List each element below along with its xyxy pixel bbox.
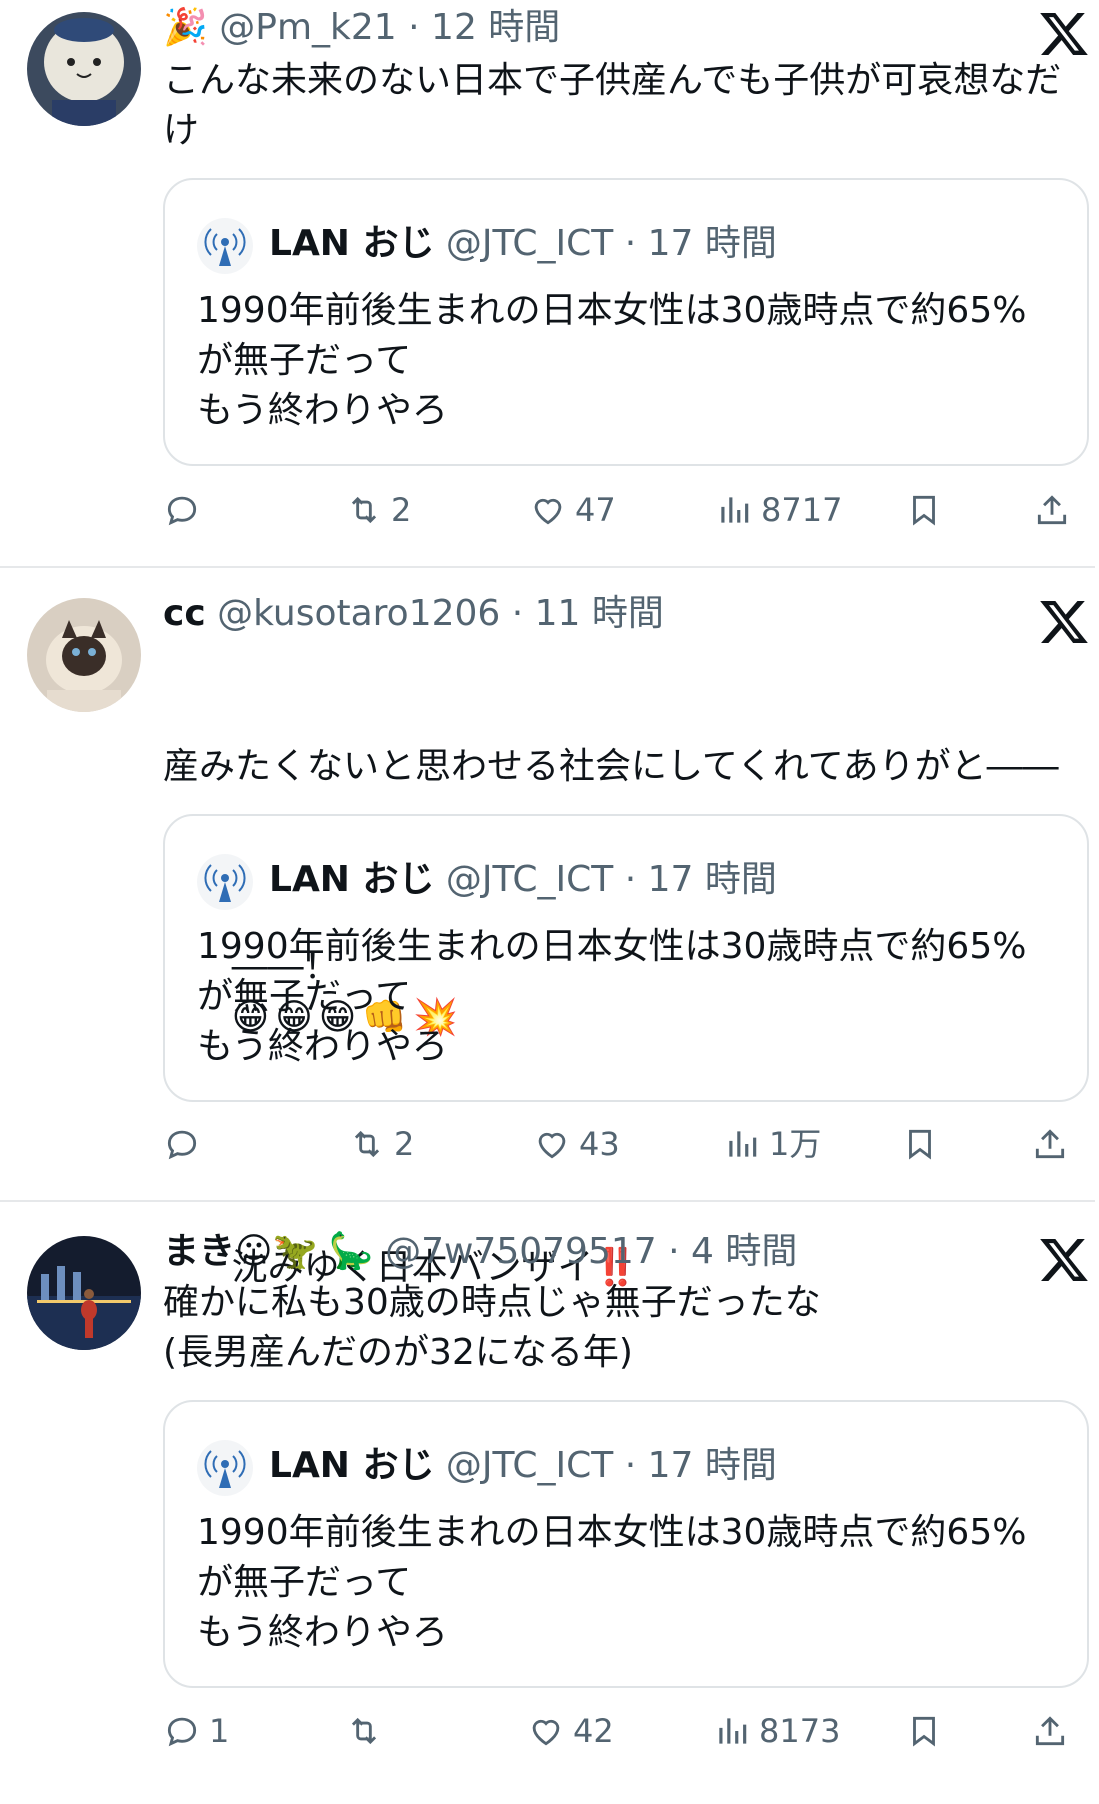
tweet-header: まき☺🦖 🦕 @7w75079517 · 4 時間 [163,1230,797,1274]
like-count: 43 [579,1125,620,1163]
tweet-header: 🎉 @Pm_k21 · 12 時間 [163,6,560,50]
heart-icon [538,1132,566,1159]
share-button[interactable] [1033,485,1079,535]
like-button[interactable]: 42 [527,1706,614,1756]
quoted-tweet[interactable]: LAN おじ @JTC_ICT · 17 時間 1990年前後生まれの日本女性は… [163,1400,1089,1688]
views-button[interactable]: 8173 [713,1706,840,1756]
share-icon [1035,1129,1065,1159]
retweet-count: 2 [394,1125,415,1163]
quote-text: 1990年前後生まれの日本女性は30歳時点で約65% が無子だって もう終わりや… [197,1512,1027,1653]
views-count: 8717 [761,491,843,529]
quote-user-name[interactable]: LAN おじ [269,223,434,264]
user-handle[interactable]: @7w75079517 [385,1231,657,1272]
bookmark-button[interactable] [905,485,951,535]
divider [0,1200,1095,1202]
share-button[interactable] [1031,1119,1077,1169]
tweet-header: cc @kusotaro1206 · 11 時間 [163,592,664,636]
quote-user-name[interactable]: LAN おじ [269,859,434,900]
x-logo-icon[interactable] [1038,8,1090,60]
retweet-icon [351,496,377,524]
reply-button[interactable] [163,485,209,535]
tweet-text: 確かに私も30歳の時点じゃ無子だったな (長男産んだのが32になる年) [163,1282,821,1373]
share-icon [1035,1716,1065,1746]
action-bar: 1 42 8173 [163,1706,1093,1756]
quoted-tweet[interactable]: LAN おじ @JTC_ICT · 17 時間 1990年前後生まれの日本女性は… [163,814,1089,1102]
reply-icon [167,1130,197,1160]
quote-text: 1990年前後生まれの日本女性は30歳時点で約65% が無子だって もう終わりや… [197,290,1027,431]
x-logo-icon[interactable] [1038,596,1090,648]
user-handle[interactable]: @kusotaro1206 [217,593,500,634]
tweet-text-line: 産みたくないと思わせる社会にしてくれてありがと―― [163,746,1059,787]
views-chart-icon [719,1718,747,1744]
reply-button[interactable] [163,1119,209,1169]
bookmark-button[interactable] [901,1119,947,1169]
like-count: 47 [575,491,616,529]
bookmark-icon [913,1716,935,1747]
views-button[interactable]: 1万 [723,1119,821,1169]
antenna-icon [197,854,253,910]
heart-icon [532,1719,560,1746]
avatar[interactable] [27,12,141,126]
retweet-button[interactable] [345,1706,391,1756]
avatar[interactable] [27,598,141,712]
user-handle[interactable]: @Pm_k21 [219,7,396,48]
antenna-icon [197,218,253,274]
retweet-button[interactable]: 2 [348,1119,414,1169]
bookmark-icon [909,1129,931,1160]
timestamp[interactable]: · 12 時間 [408,7,560,48]
user-name[interactable]: まき☺ [163,1231,273,1272]
share-button[interactable] [1031,1706,1077,1756]
reply-icon [167,1717,197,1747]
quote-user-name[interactable]: LAN おじ [269,1445,434,1486]
quote-user-handle[interactable]: @JTC_ICT [446,859,613,900]
share-icon [1037,495,1067,525]
bookmark-button[interactable] [905,1706,951,1756]
retweet-count: 2 [391,491,412,529]
quote-text: 1990年前後生まれの日本女性は30歳時点で約65% が無子だって もう終わりや… [197,926,1027,1067]
party-icon: 🎉 [163,7,208,48]
timestamp[interactable]: · 11 時間 [512,593,664,634]
divider [0,566,1095,568]
reply-count: 1 [209,1712,230,1750]
retweet-icon [351,1717,377,1745]
bookmark-icon [913,495,935,526]
retweet-button[interactable]: 2 [345,485,411,535]
quote-header: LAN おじ @JTC_ICT · 17 時間 [269,858,777,902]
like-button[interactable]: 43 [533,1119,620,1169]
quoted-tweet[interactable]: LAN おじ @JTC_ICT · 17 時間 1990年前後生まれの日本女性は… [163,178,1089,466]
antenna-icon [197,1440,253,1496]
like-button[interactable]: 47 [529,485,616,535]
like-count: 42 [573,1712,614,1750]
quote-header: LAN おじ @JTC_ICT · 17 時間 [269,1444,777,1488]
heart-icon [534,498,562,525]
reply-icon [167,496,197,526]
retweet-icon [354,1130,380,1158]
action-bar: 2 43 1万 [163,1119,1093,1169]
quote-timestamp[interactable]: · 17 時間 [625,223,777,264]
quote-header: LAN おじ @JTC_ICT · 17 時間 [269,222,777,266]
reply-button[interactable]: 1 [163,1706,229,1756]
tweet-text: こんな未来のない日本で子供産んでも子供が可哀想なだけ [163,60,1062,151]
views-chart-icon [729,1131,757,1157]
quote-user-handle[interactable]: @JTC_ICT [446,1445,613,1486]
avatar[interactable] [27,1236,141,1350]
timestamp[interactable]: · 4 時間 [668,1231,797,1272]
views-count: 1万 [769,1125,822,1163]
quote-timestamp[interactable]: · 17 時間 [625,1445,777,1486]
action-bar: 2 47 8717 [163,485,1093,535]
user-name[interactable]: cc [163,593,206,634]
dinosaur-icon: 🦖 🦕 [272,1231,374,1272]
views-button[interactable]: 8717 [715,485,842,535]
views-count: 8173 [759,1712,841,1750]
quote-timestamp[interactable]: · 17 時間 [625,859,777,900]
quote-user-handle[interactable]: @JTC_ICT [446,223,613,264]
views-chart-icon [721,497,749,523]
